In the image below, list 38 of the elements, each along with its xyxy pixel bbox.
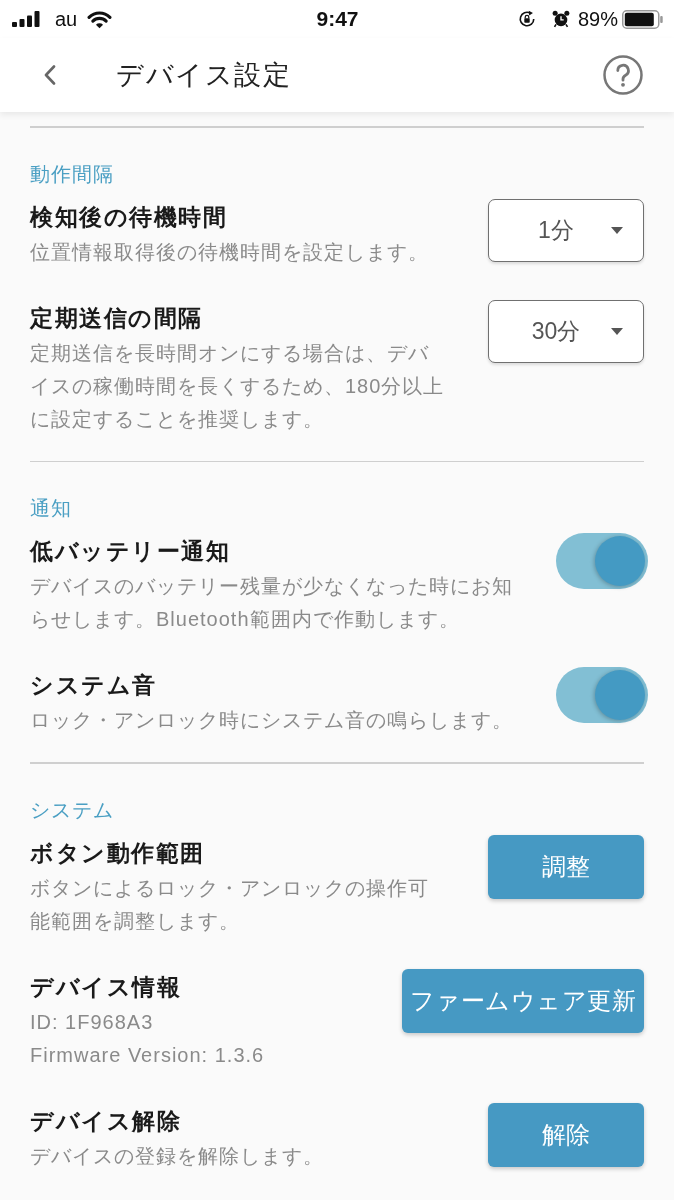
setting-description: デバイスのバッテリー残量が少なくなった時にお知らせします。Bluetooth範囲内で作動します。 [30,574,514,632]
action-button[interactable]: 解除 [488,1102,644,1167]
rotation-lock-icon [517,10,536,28]
caret-down-icon [611,226,623,234]
page-title: デバイス設定 [116,59,292,92]
dropdown-select[interactable]: 1分 [488,198,644,262]
section-title: システム [30,797,115,823]
setting-title: ボタン動作範囲 [30,838,206,868]
info-line: ID: 1F968A3 [30,1009,155,1035]
action-button[interactable]: 調整 [488,834,644,899]
caret-down-icon [611,327,623,335]
signal-icon [12,11,40,27]
setting-title: 低バッテリー通知 [30,537,231,566]
toggle-switch[interactable] [556,667,648,723]
toggle-switch[interactable] [556,533,648,589]
battery-icon [622,9,663,29]
back-icon[interactable] [44,65,56,85]
setting-description: デバイスの登録を解除します。 [30,1143,325,1169]
help-icon[interactable] [603,55,643,95]
carrier-label: au [55,7,78,31]
alarm-clock-icon [551,10,570,28]
section-title: 通知 [30,496,73,521]
dropdown-select[interactable]: 30分 [488,299,644,363]
status-time: 9:47 [316,7,359,31]
setting-title: 定期送信の間隔 [30,303,204,333]
setting-title: システム音 [30,671,158,700]
section-title: 動作間隔 [30,161,115,187]
setting-title: 検知後の待機時間 [30,202,228,232]
battery-percentage: 89% [577,7,618,31]
info-line: Firmware Version: 1.3.6 [30,1042,266,1068]
wifi-icon [87,9,113,29]
action-button[interactable]: ファームウェア更新 [401,968,644,1033]
setting-title: デバイス情報 [30,972,182,1002]
setting-description: ボタンによるロック・アンロックの操作可能範囲を調整します。 [30,875,430,934]
setting-description: 位置情報取得後の待機時間を設定します。 [30,239,430,265]
setting-description: ロック・アンロック時にシステム音の鳴らします。 [30,708,514,733]
setting-title: デバイス解除 [30,1106,182,1136]
setting-description: 定期送信を長時間オンにする場合は、デバイスの稼働時間を長くするため、180分以上に設定することを推奨します。 [30,340,446,432]
